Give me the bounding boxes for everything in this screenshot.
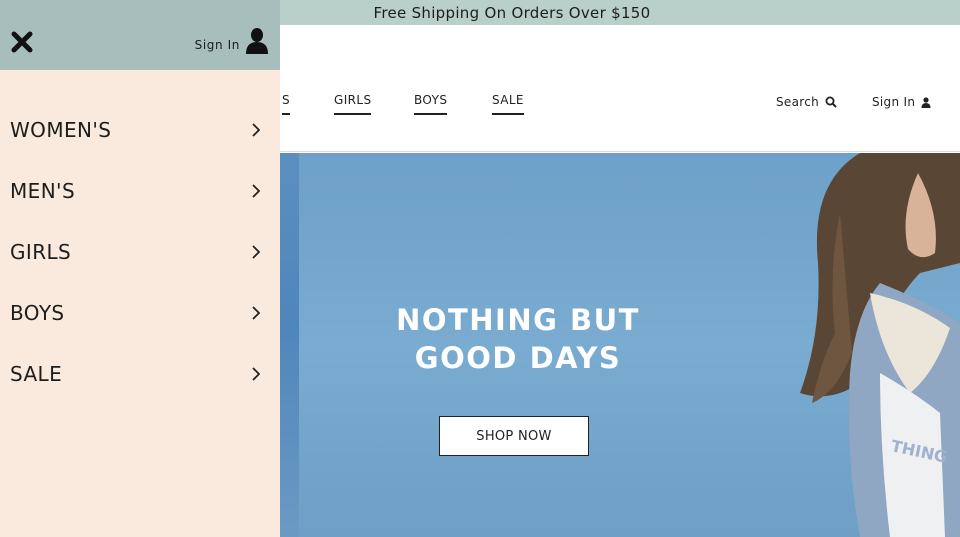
drawer-item-boys[interactable]: BOYS [0, 293, 280, 333]
drawer-signin[interactable]: Sign In [195, 28, 268, 54]
drawer-item-label: BOYS [10, 301, 65, 325]
drawer-item-mens[interactable]: MEN'S [0, 171, 280, 211]
chevron-right-icon [252, 184, 260, 198]
side-menu-drawer: Sign In WOMEN'S MEN'S GIRLS BOYS SALE [0, 0, 280, 537]
drawer-item-label: GIRLS [10, 240, 72, 264]
drawer-item-label: WOMEN'S [10, 118, 112, 142]
hero-model-image: THING [800, 153, 960, 537]
chevron-right-icon [252, 306, 260, 320]
hero-title: NOTHING BUT GOOD DAYS [370, 301, 666, 377]
search-icon [825, 96, 837, 108]
chevron-right-icon [252, 245, 260, 259]
header-search[interactable]: Search [776, 95, 837, 109]
drawer-item-label: MEN'S [10, 179, 76, 203]
chevron-right-icon [252, 123, 260, 137]
user-icon [921, 96, 931, 108]
drawer-item-label: SALE [10, 362, 63, 386]
nav-link-girls[interactable]: GIRLS [334, 93, 372, 115]
drawer-item-womens[interactable]: WOMEN'S [0, 110, 280, 150]
drawer-item-girls[interactable]: GIRLS [0, 232, 280, 272]
user-icon [246, 28, 268, 54]
header-signin-label: Sign In [872, 95, 916, 109]
drawer-item-sale[interactable]: SALE [0, 354, 280, 394]
hero-title-line-1: NOTHING BUT [396, 303, 640, 337]
promo-text: Free Shipping On Orders Over $150 [373, 3, 651, 22]
header-signin[interactable]: Sign In [872, 95, 931, 109]
drawer-signin-label: Sign In [194, 38, 240, 52]
drawer-header: Sign In [0, 0, 280, 70]
nav-link-boys[interactable]: BOYS [414, 93, 448, 115]
close-icon[interactable] [10, 30, 34, 54]
nav-link-mens-partial[interactable]: S [282, 93, 291, 115]
shop-now-button[interactable]: SHOP NOW [439, 416, 589, 456]
header-search-label: Search [776, 95, 820, 109]
chevron-right-icon [252, 367, 260, 381]
nav-link-sale[interactable]: SALE [492, 93, 524, 115]
hero-side-image [280, 153, 299, 537]
hero-banner[interactable]: THING NOTHING BUT GOOD DAYS SHOP NOW [280, 153, 960, 537]
hero-title-line-2: GOOD DAYS [414, 341, 622, 375]
